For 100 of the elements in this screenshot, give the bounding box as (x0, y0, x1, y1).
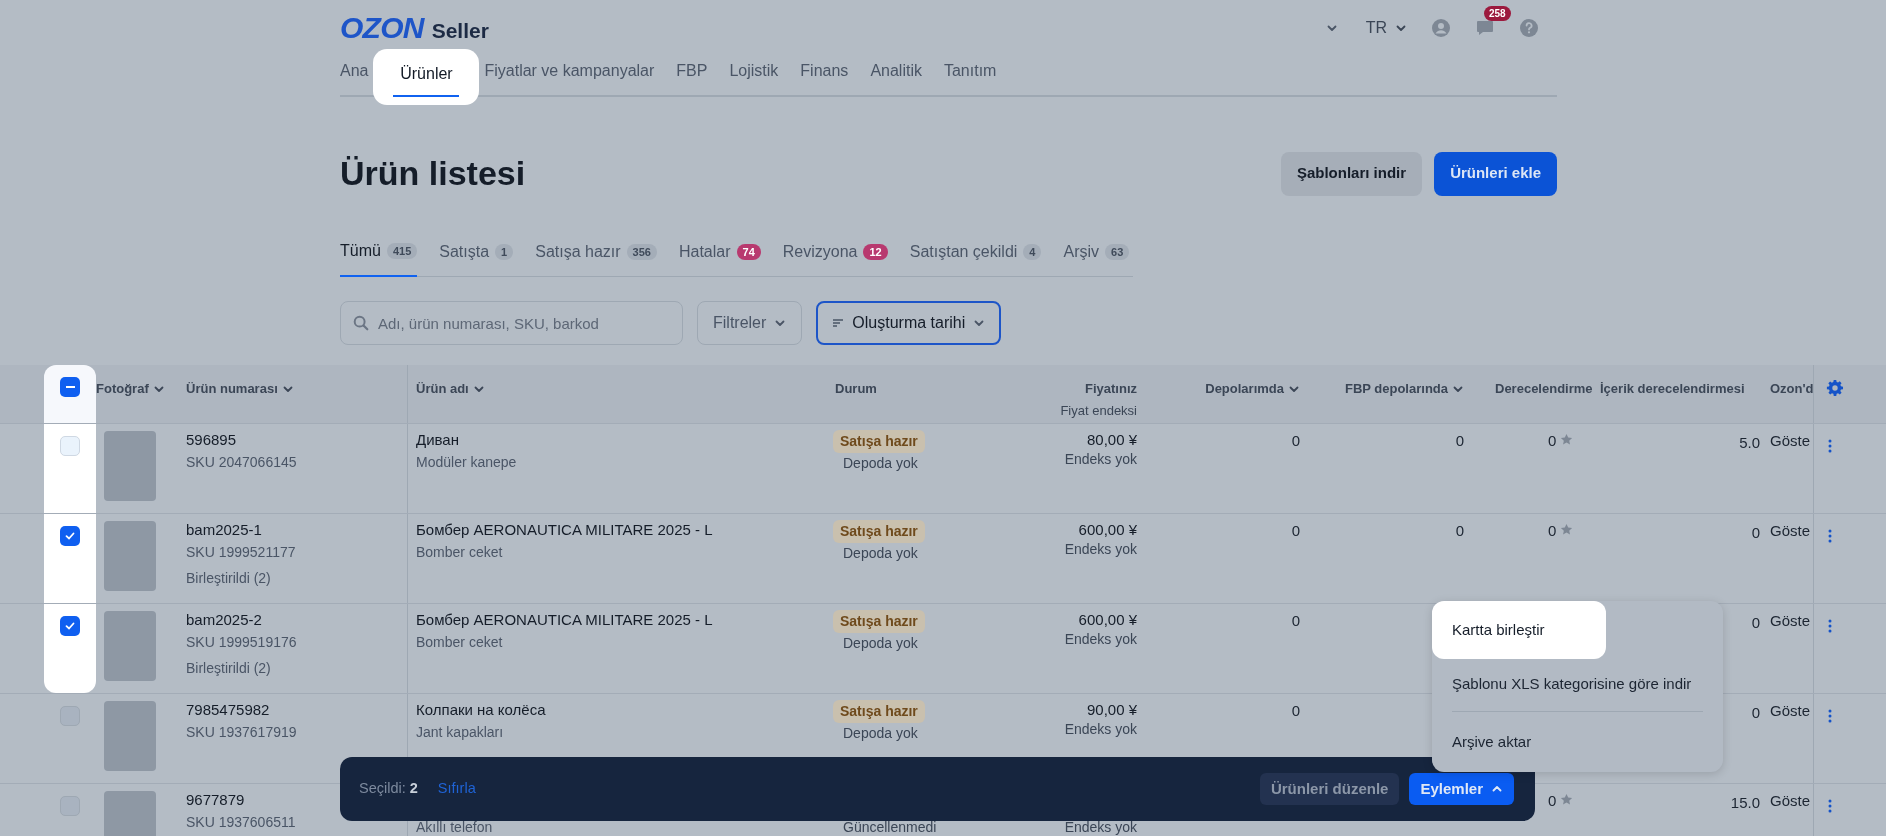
select-all-checkbox[interactable] (60, 377, 80, 397)
filters-button[interactable]: Filtreler (697, 301, 803, 345)
reset-link[interactable]: Sıfırla (437, 778, 476, 800)
column-header[interactable]: FBP depolarında (1344, 379, 1464, 399)
status-tab[interactable]: Satışta 1 (439, 239, 514, 276)
star-icon (1560, 523, 1574, 536)
stock-status: Depoda yok (843, 544, 918, 563)
photo-placeholder (104, 431, 156, 501)
notification-badge: 258 (1484, 6, 1511, 21)
more-options-icon[interactable] (1828, 709, 1832, 723)
photo-placeholder (104, 521, 156, 591)
content-rating: 0 (1751, 704, 1760, 721)
sku-text: SKU 1999521177 (186, 543, 296, 562)
merged-label[interactable]: Birleştirildi (2) (186, 658, 271, 678)
status-tab[interactable]: Tümü 415 (340, 239, 418, 277)
status-tab[interactable]: Arşiv 63 (1063, 239, 1130, 276)
content-rating: 15.0 (1730, 794, 1760, 811)
status-badge: Satışa hazır (833, 700, 925, 723)
more-options-icon[interactable] (1828, 529, 1832, 543)
sku-text: SKU 1937617919 (186, 723, 297, 742)
nav-tab[interactable]: Tanıtım (932, 59, 1008, 95)
count-badge: 415 (386, 243, 418, 259)
sort-icon (832, 317, 845, 329)
status-tab[interactable]: Satışa hazır 356 (535, 239, 657, 276)
user-icon[interactable] (1431, 18, 1451, 38)
product-number: 9677879 (186, 790, 245, 810)
price: 90,00 ¥ (1086, 700, 1137, 720)
count-badge: 4 (1023, 243, 1042, 260)
nav-tab[interactable]: Fiyatlar ve kampanyalar (479, 59, 666, 95)
menu-item[interactable]: Kartta birleştir (1432, 601, 1606, 659)
column-value: Göste (1770, 702, 1811, 719)
photo-placeholder (104, 701, 156, 771)
column-header[interactable]: Ürün numarası (186, 379, 294, 399)
merged-label[interactable]: Birleştirildi (2) (186, 568, 271, 588)
product-name[interactable]: Бомбер AERONAUTICA MILITARE 2025 - L (416, 520, 713, 540)
search-field[interactable]: Adı, ürün numarası, SKU, barkod (340, 301, 683, 345)
language-selector[interactable]: TR (1365, 16, 1407, 40)
status-tab[interactable]: Satıştan çekildi 4 (909, 239, 1042, 276)
count-badge: 1 (495, 243, 514, 260)
help-icon[interactable] (1519, 18, 1539, 38)
product-number: 7985475982 (186, 700, 270, 720)
menu-item[interactable]: Şablonu XLS kategorisine göre indir (1432, 659, 1712, 709)
stock-status: Depoda yok (843, 634, 918, 653)
content-rating: 0 (1751, 524, 1760, 541)
menu-item[interactable]: Arşive aktar (1432, 712, 1552, 772)
sku-text: SKU 1999519176 (186, 633, 297, 652)
sku-text: SKU 2047066145 (186, 453, 297, 472)
logo[interactable]: OZON (340, 13, 424, 43)
rating-value: 0 (1548, 431, 1557, 451)
product-name[interactable]: Диван (416, 430, 459, 450)
add-products-button[interactable]: Ürünleri ekle (1434, 151, 1557, 196)
nav-tab[interactable]: FBP (665, 59, 719, 95)
nav-tab[interactable]: Finans (789, 59, 860, 95)
count-badge: 12 (863, 243, 888, 260)
status-badge: Satışa hazır (833, 430, 925, 453)
column-value: Göste (1770, 612, 1811, 629)
row-checkbox[interactable] (60, 616, 80, 636)
column-header[interactable]: Derecelendirme (1495, 379, 1593, 399)
star-icon (1560, 793, 1574, 806)
status-tab[interactable]: Hatalar 74 (678, 239, 761, 276)
nav-tab[interactable]: Analitik (859, 59, 933, 95)
download-templates-button[interactable]: Şablonları indir (1280, 151, 1423, 196)
column-value: Göste (1770, 432, 1811, 449)
column-header[interactable]: Fotoğraf (96, 379, 165, 399)
checkmark-icon (64, 620, 76, 632)
column-header[interactable]: Durum (835, 379, 877, 399)
rating-value: 0 (1548, 521, 1557, 541)
star-icon (1560, 433, 1574, 446)
column-header[interactable]: İçerik derecelendirmesi (1600, 379, 1745, 399)
price: 600,00 ¥ (1078, 610, 1137, 630)
more-options-icon[interactable] (1828, 799, 1832, 813)
column-header[interactable]: Depolarımda (1205, 379, 1300, 399)
column-header[interactable]: Fiyatınız (1085, 379, 1137, 399)
nav-tab[interactable]: Lojistik (718, 59, 790, 95)
column-value: Göste (1770, 792, 1811, 809)
more-options-icon[interactable] (1828, 439, 1832, 453)
column-header[interactable]: Ozon'd (1770, 379, 1813, 399)
product-category: Jant kapakları (416, 723, 504, 742)
stock-count: 0 (1291, 522, 1300, 539)
product-name[interactable]: Колпаки на колёса (416, 700, 546, 720)
edit-products-button[interactable]: Ürünleri düzenle (1259, 773, 1400, 805)
status-tab[interactable]: Revizyona 12 (782, 239, 888, 276)
product-name[interactable]: Бомбер AERONAUTICA MILITARE 2025 - L (416, 610, 713, 630)
actions-button[interactable]: Eylemler (1409, 773, 1514, 805)
settings-icon[interactable] (1826, 379, 1844, 397)
row-checkbox[interactable] (60, 526, 80, 546)
product-number: bam2025-1 (186, 520, 262, 540)
sort-button[interactable]: Oluşturma tarihi (816, 301, 1002, 345)
more-options-icon[interactable] (1828, 619, 1832, 633)
row-checkbox[interactable] (60, 436, 80, 456)
column-header[interactable]: Ürün adı (416, 379, 485, 399)
product-category: Bomber ceket (416, 543, 503, 562)
chat-icon[interactable] (1475, 18, 1495, 38)
nav-tab[interactable]: Ana (340, 59, 374, 95)
count-badge: 74 (736, 243, 761, 260)
price-index: Endeks yok (1064, 540, 1137, 558)
product-category: Modüler kanepe (416, 453, 517, 472)
nav-tab[interactable]: Ürünler (373, 49, 480, 105)
fbp-stock-count: 0 (1455, 522, 1464, 539)
rating-value: 0 (1548, 791, 1557, 811)
